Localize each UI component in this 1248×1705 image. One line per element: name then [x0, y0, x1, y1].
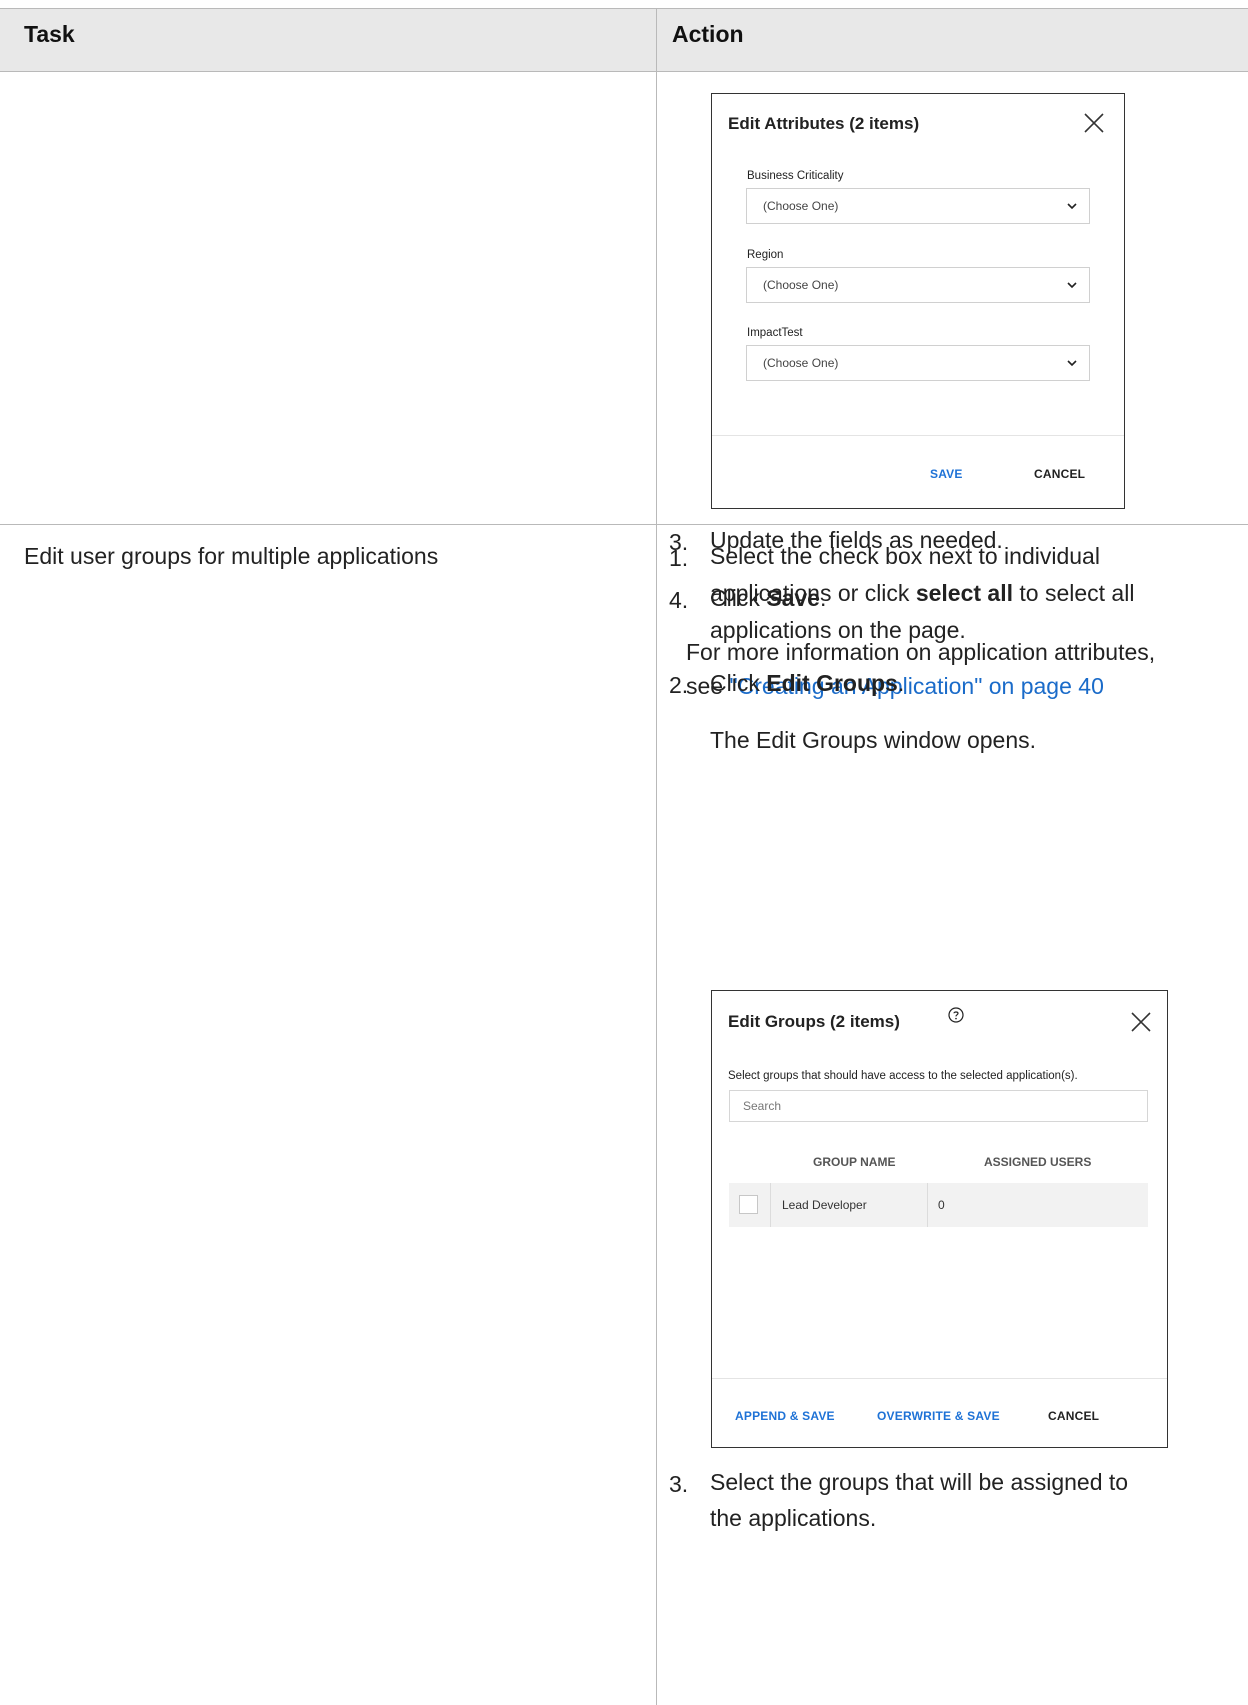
cancel-button[interactable]: CANCEL [1048, 1409, 1099, 1423]
close-icon[interactable] [1083, 112, 1105, 134]
header-task: Task [24, 21, 75, 47]
append-save-button[interactable]: APPEND & SAVE [735, 1409, 835, 1423]
search-input[interactable]: Search [729, 1090, 1148, 1122]
step-text: applications or click select all to sele… [710, 577, 1134, 609]
column-header-assigned-users[interactable]: ASSIGNED USERS [984, 1155, 1091, 1169]
dialog-title: Edit Groups (2 items) [728, 1012, 900, 1031]
dialog-footer-divider [712, 435, 1124, 436]
column-header-group-name[interactable]: GROUP NAME [813, 1155, 895, 1169]
task-text: Edit user groups for multiple applicatio… [24, 543, 439, 569]
cell-divider [927, 1183, 928, 1227]
edit-groups-dialog: Edit Groups (2 items) Select groups that… [711, 990, 1168, 1448]
dialog-footer-divider [712, 1378, 1167, 1379]
step-text-bold: select all [915, 580, 1013, 606]
step-text: applications on the page. [710, 617, 966, 643]
step-text: Select the check box next to individual [710, 543, 1100, 569]
select-value: (Choose One) [763, 278, 839, 292]
column-divider [656, 8, 657, 1705]
step-text: Click Edit Groups. [710, 667, 904, 699]
cell-divider [770, 1183, 771, 1227]
table-header: Task Action [0, 8, 1248, 72]
dialog-title: Edit Attributes (2 items) [728, 114, 920, 133]
instructions-table: Task Action Edit Attributes (2 items) Bu… [0, 8, 1248, 1705]
step-text-pre: applications or click [710, 580, 916, 606]
select-value: (Choose One) [763, 199, 839, 213]
step-note: The Edit Groups window opens. [710, 727, 1037, 753]
row-divider [0, 524, 1248, 525]
step-text: Select the groups that will be assigned … [710, 1469, 1129, 1495]
step-text-pre: Click [710, 670, 767, 696]
field-label-region: Region [747, 249, 784, 261]
chevron-down-icon [1067, 360, 1077, 367]
table-row[interactable]: Lead Developer 0 [729, 1183, 1148, 1227]
business-criticality-select[interactable]: (Choose One) [746, 188, 1090, 224]
assigned-users-cell: 0 [938, 1198, 945, 1212]
help-icon[interactable] [948, 1007, 964, 1023]
impacttest-select[interactable]: (Choose One) [746, 345, 1090, 381]
step-text-post: to select all [1013, 580, 1135, 606]
save-button[interactable]: SAVE [930, 467, 963, 481]
chevron-down-icon [1067, 282, 1077, 289]
search-placeholder: Search [743, 1099, 782, 1113]
close-icon[interactable] [1130, 1011, 1152, 1033]
edit-attributes-dialog: Edit Attributes (2 items) Business Criti… [711, 93, 1125, 509]
row-checkbox[interactable] [739, 1195, 758, 1214]
step-text-post: . [897, 670, 905, 696]
step-text: the applications. [710, 1505, 877, 1531]
field-label-impacttest: ImpactTest [747, 327, 803, 339]
step-number: 1. [669, 545, 689, 571]
group-name-cell: Lead Developer [782, 1198, 867, 1212]
field-label-business-criticality: Business Criticality [747, 170, 844, 182]
chevron-down-icon [1067, 203, 1077, 210]
header-action: Action [672, 21, 744, 47]
step-number: 4. [669, 587, 689, 613]
step-number: 3. [669, 1471, 689, 1497]
overwrite-save-button[interactable]: OVERWRITE & SAVE [877, 1409, 1000, 1423]
select-value: (Choose One) [763, 356, 839, 370]
cancel-button[interactable]: CANCEL [1034, 467, 1085, 481]
step-number: 2. [669, 672, 689, 698]
region-select[interactable]: (Choose One) [746, 267, 1090, 303]
dialog-instruction: Select groups that should have access to… [728, 1070, 1078, 1082]
step-text-bold: Edit Groups [766, 670, 898, 696]
